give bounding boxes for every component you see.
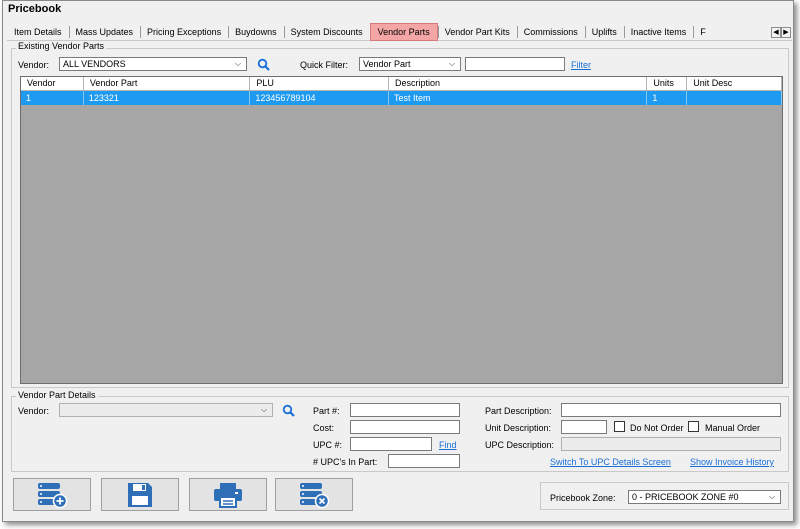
switch-to-upc-details-link[interactable]: Switch To UPC Details Screen — [550, 457, 671, 467]
column-header-vendor[interactable]: Vendor — [21, 77, 84, 91]
tab-mass-updates[interactable]: Mass Updates — [68, 23, 141, 41]
upc-description-input[interactable] — [561, 437, 781, 451]
column-header-units[interactable]: Units — [647, 77, 688, 91]
quick-filter-select[interactable]: Vendor Part ⌵ — [359, 57, 461, 71]
cost-input[interactable] — [350, 420, 460, 434]
pricebook-zone-label: Pricebook Zone: — [550, 493, 616, 503]
cell-vendor-part: 123321 — [84, 91, 251, 105]
pricebook-window: Pricebook Item Details Mass Updates Pric… — [2, 0, 794, 522]
search-icon[interactable] — [257, 58, 271, 72]
manual-order-checkbox[interactable] — [688, 421, 699, 432]
column-header-description[interactable]: Description — [389, 77, 648, 91]
chevron-down-icon: ⌵ — [448, 59, 456, 68]
quick-filter-value: Vendor Part — [363, 59, 411, 69]
find-link[interactable]: Find — [439, 440, 457, 450]
unit-description-label: Unit Description: — [485, 423, 552, 433]
upcs-in-part-label: # UPC's In Part: — [313, 457, 378, 467]
grid-header: Vendor Vendor Part PLU Description Units… — [21, 77, 782, 91]
chevron-down-icon: ⌵ — [768, 492, 776, 501]
show-invoice-history-link[interactable]: Show Invoice History — [690, 457, 774, 467]
vendor-select[interactable]: ALL VENDORS ⌵ — [59, 57, 247, 71]
delete-vendor-part-button[interactable] — [275, 478, 353, 511]
existing-vendor-parts-legend: Existing Vendor Parts — [16, 41, 107, 51]
chevron-down-icon: ⌵ — [234, 59, 242, 68]
details-vendor-select[interactable]: ⌵ — [59, 403, 273, 417]
tab-system-discounts[interactable]: System Discounts — [283, 23, 370, 41]
cost-label: Cost: — [313, 423, 335, 433]
add-database-icon — [38, 482, 68, 508]
search-icon[interactable] — [282, 404, 296, 418]
pricebook-zone-select[interactable]: 0 - PRICEBOOK ZONE #0 ⌵ — [628, 490, 781, 504]
upc-description-label: UPC Description: — [485, 440, 555, 450]
cell-description: Test Item — [389, 91, 648, 105]
upc-number-input[interactable] — [350, 437, 432, 451]
unit-description-input[interactable] — [561, 420, 607, 434]
tab-vendor-parts[interactable]: Vendor Parts — [369, 22, 438, 41]
print-button[interactable] — [189, 478, 267, 511]
tab-scroll-right-icon[interactable]: ▶ — [781, 27, 791, 38]
column-header-unit-desc[interactable]: Unit Desc — [687, 77, 782, 91]
upcs-in-part-input[interactable] — [388, 454, 460, 468]
cell-vendor: 1 — [21, 91, 84, 105]
tab-commissions[interactable]: Commissions — [516, 23, 585, 41]
cell-plu: 123456789104 — [250, 91, 390, 105]
column-header-vendor-part[interactable]: Vendor Part — [83, 77, 251, 91]
part-description-input[interactable] — [561, 403, 781, 417]
tab-scroll-left-icon[interactable]: ◀ — [771, 27, 781, 38]
manual-order-label: Manual Order — [705, 423, 761, 433]
vendor-label: Vendor: — [18, 60, 50, 70]
part-number-input[interactable] — [350, 403, 460, 417]
quick-filter-label: Quick Filter: — [300, 60, 349, 70]
vendor-part-details-legend: Vendor Part Details — [16, 390, 98, 400]
add-vendor-part-button[interactable] — [13, 478, 91, 511]
tab-scroll-buttons: ◀ ▶ — [771, 27, 791, 38]
tab-truncated[interactable]: F — [693, 23, 713, 41]
tab-inactive-items[interactable]: Inactive Items — [623, 23, 694, 41]
upc-number-label: UPC #: — [313, 440, 343, 450]
filter-link[interactable]: Filter — [571, 60, 591, 70]
cell-units: 1 — [647, 91, 688, 105]
tab-pricing-exceptions[interactable]: Pricing Exceptions — [140, 23, 228, 41]
tab-item-details[interactable]: Item Details — [7, 23, 69, 41]
tab-uplifts[interactable]: Uplifts — [584, 23, 624, 41]
part-description-label: Part Description: — [485, 406, 552, 416]
window-title: Pricebook — [8, 3, 62, 15]
cell-unit-desc — [687, 91, 782, 105]
print-icon — [214, 482, 242, 508]
part-number-label: Part #: — [313, 406, 340, 416]
vendor-parts-grid[interactable]: Vendor Vendor Part PLU Description Units… — [20, 76, 783, 384]
column-header-plu[interactable]: PLU — [250, 77, 390, 91]
chevron-down-icon: ⌵ — [260, 405, 268, 414]
do-not-order-label: Do Not Order — [630, 423, 684, 433]
filter-text-input[interactable] — [465, 57, 565, 71]
tab-buydowns[interactable]: Buydowns — [228, 23, 284, 41]
table-row[interactable]: 1 123321 123456789104 Test Item 1 — [21, 91, 782, 105]
tab-vendor-part-kits[interactable]: Vendor Part Kits — [437, 23, 517, 41]
save-icon — [128, 482, 152, 507]
do-not-order-checkbox[interactable] — [614, 421, 625, 432]
save-button[interactable] — [101, 478, 179, 511]
delete-database-icon — [300, 482, 330, 508]
pricebook-zone-value: 0 - PRICEBOOK ZONE #0 — [632, 492, 739, 502]
details-vendor-label: Vendor: — [18, 406, 50, 416]
vendor-select-value: ALL VENDORS — [63, 59, 126, 69]
tab-bar: Item Details Mass Updates Pricing Except… — [7, 22, 792, 41]
